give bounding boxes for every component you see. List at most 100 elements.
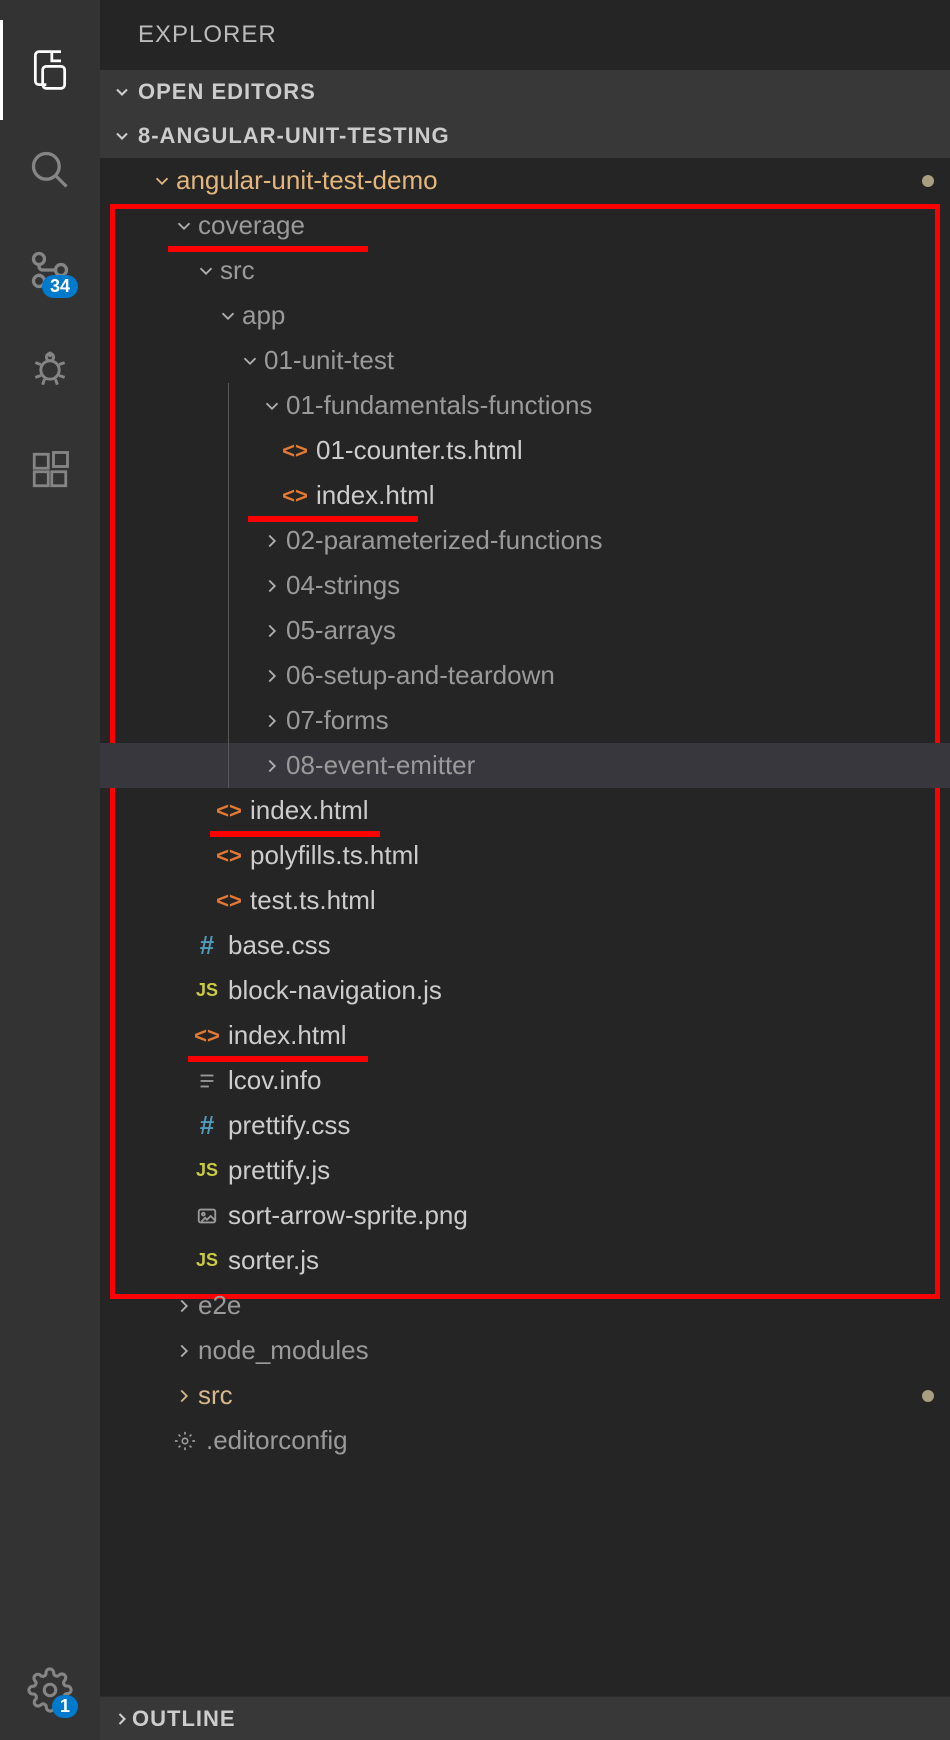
folder-label: 08-event-emitter (286, 750, 475, 781)
file-block-nav[interactable]: JS block-navigation.js (100, 968, 950, 1013)
chevron-down-icon (214, 305, 242, 327)
section-open-editors[interactable]: OPEN EDITORS (100, 70, 950, 114)
sidebar-title: EXPLORER (100, 0, 950, 70)
file-index-3[interactable]: <> index.html (100, 1013, 950, 1058)
file-label: block-navigation.js (228, 975, 442, 1006)
activity-settings[interactable]: 1 (0, 1640, 100, 1740)
chevron-right-icon (258, 575, 286, 597)
chevron-right-icon (170, 1295, 198, 1317)
chevron-right-icon (112, 1709, 132, 1729)
chevron-down-icon (112, 82, 132, 102)
file-label: polyfills.ts.html (250, 840, 419, 871)
file-tree: angular-unit-test-demo coverage src app … (100, 158, 950, 1696)
js-icon: JS (192, 980, 222, 1001)
section-project[interactable]: 8-ANGULAR-UNIT-TESTING (100, 114, 950, 158)
folder-event-emitter[interactable]: 08-event-emitter (100, 743, 950, 788)
file-base-css[interactable]: # base.css (100, 923, 950, 968)
folder-strings[interactable]: 04-strings (100, 563, 950, 608)
outline-label: OUTLINE (132, 1706, 236, 1732)
file-sprite[interactable]: sort-arrow-sprite.png (100, 1193, 950, 1238)
activity-search[interactable] (0, 120, 100, 220)
folder-fundamentals[interactable]: 01-fundamentals-functions (100, 383, 950, 428)
section-outline[interactable]: OUTLINE (100, 1696, 950, 1740)
folder-arrays[interactable]: 05-arrays (100, 608, 950, 653)
file-label: sort-arrow-sprite.png (228, 1200, 468, 1231)
file-sorter[interactable]: JS sorter.js (100, 1238, 950, 1283)
file-prettify-js[interactable]: JS prettify.js (100, 1148, 950, 1193)
file-index-2[interactable]: <> index.html (100, 788, 950, 833)
chevron-down-icon (236, 350, 264, 372)
html-icon: <> (280, 483, 310, 509)
css-icon: # (192, 930, 222, 961)
file-label: sorter.js (228, 1245, 319, 1276)
explorer-sidebar: EXPLORER OPEN EDITORS 8-ANGULAR-UNIT-TES… (100, 0, 950, 1740)
file-index-1[interactable]: <> index.html (100, 473, 950, 518)
file-label: prettify.js (228, 1155, 330, 1186)
folder-unit-test[interactable]: 01-unit-test (100, 338, 950, 383)
folder-label: 01-unit-test (264, 345, 394, 376)
folder-label: coverage (198, 210, 305, 241)
folder-label: app (242, 300, 285, 331)
file-label: index.html (228, 1020, 347, 1051)
folder-e2e[interactable]: e2e (100, 1283, 950, 1328)
folder-root[interactable]: angular-unit-test-demo (100, 158, 950, 203)
css-icon: # (192, 1110, 222, 1141)
image-icon (192, 1205, 222, 1227)
activity-debug[interactable] (0, 320, 100, 420)
config-icon (170, 1430, 200, 1452)
folder-label: src (220, 255, 255, 286)
folder-label: 04-strings (286, 570, 400, 601)
extensions-icon (29, 449, 71, 491)
file-editorconfig[interactable]: .editorconfig (100, 1418, 950, 1463)
activity-extensions[interactable] (0, 420, 100, 520)
activity-bar: 34 1 (0, 0, 100, 1740)
folder-label: 01-fundamentals-functions (286, 390, 592, 421)
chevron-down-icon (112, 126, 132, 146)
folder-label: e2e (198, 1290, 241, 1321)
modified-dot-icon (922, 1390, 934, 1402)
file-label: index.html (250, 795, 369, 826)
scm-badge: 34 (42, 275, 78, 298)
chevron-down-icon (148, 170, 176, 192)
file-test-ts[interactable]: <> test.ts.html (100, 878, 950, 923)
folder-label: 05-arrays (286, 615, 396, 646)
folder-forms[interactable]: 07-forms (100, 698, 950, 743)
search-icon (28, 148, 72, 192)
modified-dot-icon (922, 175, 934, 187)
chevron-right-icon (258, 620, 286, 642)
project-label: 8-ANGULAR-UNIT-TESTING (138, 123, 450, 149)
folder-label: src (198, 1380, 233, 1411)
chevron-down-icon (192, 260, 220, 282)
activity-scm[interactable]: 34 (0, 220, 100, 320)
file-label: 01-counter.ts.html (316, 435, 523, 466)
folder-label: 02-parameterized-functions (286, 525, 603, 556)
folder-label: 07-forms (286, 705, 389, 736)
file-label: base.css (228, 930, 331, 961)
folder-src[interactable]: src (100, 248, 950, 293)
folder-app[interactable]: app (100, 293, 950, 338)
html-icon: <> (214, 843, 244, 869)
file-polyfills[interactable]: <> polyfills.ts.html (100, 833, 950, 878)
js-icon: JS (192, 1250, 222, 1271)
file-label: index.html (316, 480, 435, 511)
file-counter[interactable]: <> 01-counter.ts.html (100, 428, 950, 473)
folder-parameterized[interactable]: 02-parameterized-functions (100, 518, 950, 563)
open-editors-label: OPEN EDITORS (138, 79, 316, 105)
html-icon: <> (214, 798, 244, 824)
folder-label: 06-setup-and-teardown (286, 660, 555, 691)
file-prettify-css[interactable]: # prettify.css (100, 1103, 950, 1148)
folder-setup[interactable]: 06-setup-and-teardown (100, 653, 950, 698)
settings-badge: 1 (52, 1695, 78, 1718)
folder-src-2[interactable]: src (100, 1373, 950, 1418)
file-label: lcov.info (228, 1065, 321, 1096)
js-icon: JS (192, 1160, 222, 1181)
file-label: test.ts.html (250, 885, 376, 916)
file-lcov[interactable]: lcov.info (100, 1058, 950, 1103)
folder-coverage[interactable]: coverage (100, 203, 950, 248)
chevron-right-icon (258, 710, 286, 732)
activity-explorer[interactable] (0, 20, 100, 120)
chevron-right-icon (170, 1340, 198, 1362)
html-icon: <> (214, 888, 244, 914)
chevron-down-icon (170, 215, 198, 237)
folder-node-modules[interactable]: node_modules (100, 1328, 950, 1373)
